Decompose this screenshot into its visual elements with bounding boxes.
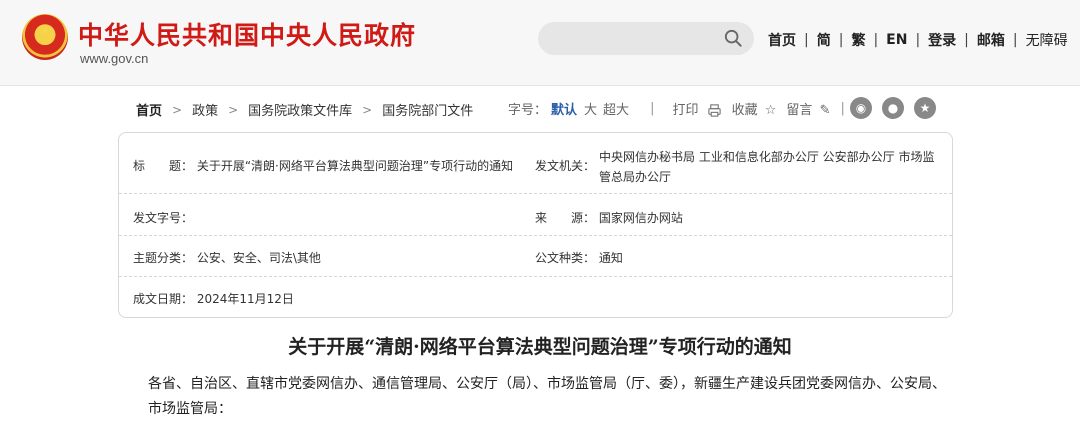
font-large-button[interactable]: 大 (584, 99, 597, 118)
weibo-icon[interactable]: ◉ (850, 97, 872, 119)
nav-traditional[interactable]: 繁 (851, 30, 865, 50)
share-icons: ◉ ● ★ (850, 97, 946, 119)
print-button[interactable]: 打印 (672, 99, 721, 118)
issuer-value-line1: 中央网信办秘书局 工业和信息化部办公厅 公安部办公厅 市场监 (599, 150, 935, 164)
document-body-line: 市场监管局： (148, 401, 232, 417)
breadcrumb-policy[interactable]: 政策 (192, 100, 218, 119)
nav-accessibility[interactable]: 无障碍 (1026, 30, 1068, 50)
docno-label: 发文字号： (133, 211, 194, 225)
nav-mail[interactable]: 邮箱 (977, 30, 1005, 50)
top-nav: 首页 | 简 | 繁 | EN | 登录 | 邮箱 | 无障碍 (768, 30, 1068, 50)
date-label: 成文日期： (133, 292, 194, 306)
article-toolbar: 字号： 默认 大 超大 | 打印 收藏 ☆ 留言 ✎ | (508, 99, 845, 118)
breadcrumb-library[interactable]: 国务院政策文件库 (248, 100, 352, 119)
font-xlarge-button[interactable]: 超大 (603, 99, 629, 118)
issuer-label: 发文机关： (535, 159, 596, 173)
source-label: 来 源： (535, 211, 596, 225)
chevron-right-icon: > (362, 102, 373, 117)
printer-icon (707, 104, 721, 117)
qzone-star-icon[interactable]: ★ (914, 97, 936, 119)
font-size-label: 字号： (508, 103, 548, 118)
site-header: 中华人民共和国中央人民政府 www.gov.cn 首页 | 简 | 繁 | EN | 登… (0, 0, 1080, 86)
date-value: 2024年11月12日 (196, 292, 294, 306)
favorite-button[interactable]: 收藏 ☆ (732, 99, 777, 118)
nav-home[interactable]: 首页 (768, 30, 796, 50)
document-title: 关于开展“清朗·网络平台算法典型问题治理”专项行动的通知 (288, 336, 792, 358)
chevron-right-icon: > (228, 102, 239, 117)
site-title[interactable]: 中华人民共和国中央人民政府 (78, 16, 416, 52)
national-emblem-icon[interactable] (22, 14, 68, 60)
title-label: 标 题： (133, 159, 194, 173)
issuer-value-line2: 管总局办公厅 (599, 170, 672, 184)
topic-label: 主题分类： (133, 251, 194, 265)
comment-button[interactable]: 留言 ✎ (786, 99, 830, 118)
nav-english[interactable]: EN (886, 32, 907, 48)
topic-value: 公安、安全、司法\其他 (196, 251, 321, 265)
pencil-icon: ✎ (819, 103, 831, 118)
search-input[interactable] (538, 22, 754, 55)
print-label: 打印 (672, 103, 699, 118)
breadcrumb-home[interactable]: 首页 (136, 100, 162, 119)
document-body: 各省、自治区、直辖市党委网信办、通信管理局、公安厅（局）、市场监管局（厅、委），… (148, 372, 948, 422)
title-value: 关于开展“清朗·网络平台算法典型问题治理”专项行动的通知 (196, 159, 514, 173)
favorite-label: 收藏 (731, 103, 758, 118)
search-icon[interactable] (724, 29, 742, 47)
star-icon: ☆ (764, 103, 777, 118)
type-label: 公文种类： (535, 251, 596, 265)
breadcrumb-dept-docs[interactable]: 国务院部门文件 (382, 100, 473, 119)
breadcrumb: 首页 > 政策 > 国务院政策文件库 > 国务院部门文件 (136, 100, 473, 120)
site-url[interactable]: www.gov.cn (80, 51, 148, 66)
document-body-line: 各省、自治区、直辖市党委网信办、通信管理局、公安厅（局）、市场监管局（厅、委），… (148, 376, 946, 392)
source-value: 国家网信办网站 (598, 211, 683, 225)
comment-label: 留言 (786, 103, 813, 118)
document-metadata-box: 标 题： 关于开展“清朗·网络平台算法典型问题治理”专项行动的通知 发文机关： … (118, 132, 953, 318)
type-value: 通知 (598, 251, 623, 265)
font-default-button[interactable]: 默认 (551, 99, 577, 118)
nav-login[interactable]: 登录 (928, 30, 956, 50)
wechat-icon[interactable]: ● (882, 97, 904, 119)
nav-simplified[interactable]: 简 (817, 30, 831, 50)
chevron-right-icon: > (172, 102, 183, 117)
